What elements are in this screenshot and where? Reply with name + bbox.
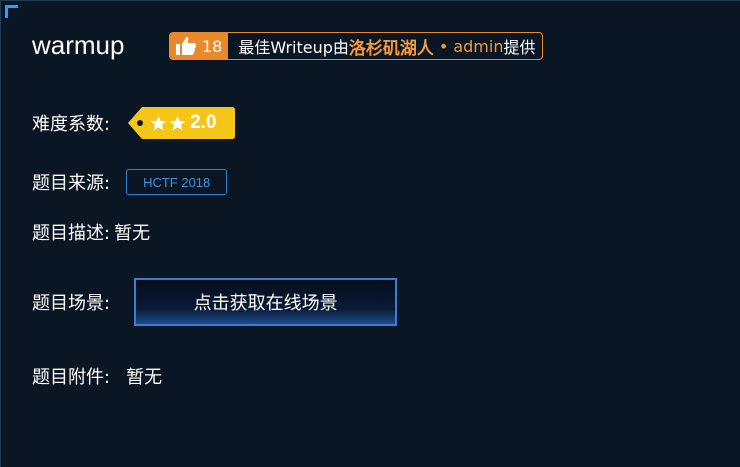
best-writeup-badge[interactable]: 18 最佳Writeup由 洛杉矶湖人 • admin 提供: [169, 32, 543, 60]
difficulty-badge: 2.0: [128, 107, 236, 139]
writeup-credit: 最佳Writeup由 洛杉矶湖人 • admin 提供: [228, 33, 541, 59]
scene-row: 题目场景: 点击获取在线场景: [32, 278, 398, 326]
like-count: 18: [202, 36, 223, 56]
challenge-panel: warmup 18 最佳Writeup由 洛杉矶湖人 • admin 提供 难度…: [0, 0, 740, 467]
difficulty-stars: 2.0: [150, 107, 217, 139]
challenge-title: warmup: [32, 30, 125, 60]
scene-label: 题目场景:: [32, 293, 111, 314]
get-scene-button[interactable]: 点击获取在线场景: [134, 278, 398, 326]
description-value: 暂无: [114, 223, 151, 244]
writeup-separator: •: [438, 36, 449, 56]
source-tag[interactable]: HCTF 2018: [126, 169, 228, 195]
writeup-admin-link[interactable]: admin: [453, 37, 503, 56]
difficulty-label: 难度系数:: [32, 114, 111, 135]
difficulty-value: 2.0: [190, 112, 217, 133]
attachment-label: 题目附件:: [32, 367, 111, 388]
star-icon: [150, 115, 167, 131]
writeup-author-link[interactable]: 洛杉矶湖人: [349, 34, 434, 59]
star-icon: [169, 115, 186, 131]
source-label: 题目来源:: [32, 173, 111, 194]
thumbs-up-icon: [175, 36, 197, 56]
description-row: 题目描述: 暂无: [32, 219, 150, 245]
difficulty-row: 难度系数: 2.0: [32, 107, 236, 139]
writeup-suffix: 提供: [503, 38, 536, 57]
source-row: 题目来源: HCTF 2018: [32, 169, 228, 195]
writeup-prefix: 最佳Writeup由: [238, 38, 349, 57]
like-button[interactable]: 18: [170, 33, 229, 59]
attachment-row: 题目附件: 暂无: [32, 363, 162, 389]
description-label: 题目描述:: [32, 223, 111, 244]
attachment-value: 暂无: [126, 367, 163, 388]
corner-decoration: [5, 5, 18, 18]
